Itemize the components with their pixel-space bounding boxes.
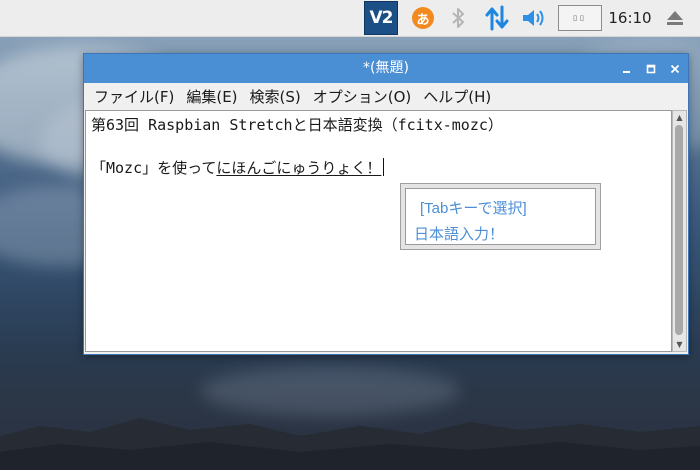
- text-caret: [383, 158, 385, 176]
- maximize-button[interactable]: [640, 54, 662, 83]
- menu-bar: ファイル(F) 編集(E) 検索(S) オプション(O) ヘルプ(H): [84, 83, 688, 109]
- top-panel: V2 あ ▯▯ 16:10: [0, 0, 700, 37]
- minimize-button[interactable]: [616, 54, 638, 83]
- vnc-icon[interactable]: V2: [364, 1, 398, 35]
- ime-mode-label: あ: [412, 7, 434, 29]
- vnc-icon-label: V2: [369, 8, 394, 28]
- candidate-hint: [Tabキーで選択]: [420, 200, 527, 217]
- minimize-icon: [623, 70, 630, 73]
- cpu-monitor-graph: ▯▯: [573, 14, 587, 22]
- menu-search[interactable]: 検索(S): [244, 86, 307, 107]
- menu-help[interactable]: ヘルプ(H): [417, 86, 497, 107]
- close-icon: [670, 64, 680, 73]
- volume-icon[interactable]: [520, 0, 548, 36]
- vertical-scrollbar[interactable]: ▲ ▼: [672, 110, 687, 352]
- committed-text: 「Mozc」を使って: [91, 159, 217, 177]
- window-title: *(無題): [363, 60, 409, 76]
- text-line-2: 「Mozc」を使ってにほんごにゅうりょく！: [91, 157, 385, 178]
- ime-candidate-window: [Tabキーで選択] 日本語入力！: [400, 183, 601, 250]
- menu-edit[interactable]: 編集(E): [180, 86, 243, 107]
- preedit-text: にほんごにゅうりょく！: [216, 159, 382, 177]
- close-button[interactable]: [664, 54, 686, 83]
- cpu-monitor[interactable]: ▯▯: [558, 5, 602, 31]
- clock[interactable]: 16:10: [608, 0, 652, 36]
- title-bar[interactable]: *(無題): [84, 54, 688, 83]
- candidate-item[interactable]: 日本語入力！: [414, 223, 504, 244]
- menu-options[interactable]: オプション(O): [307, 86, 418, 107]
- clock-time: 16:10: [608, 9, 652, 27]
- text-line-1: 第63回 Raspbian Stretchと日本語変換（fcitx-mozc）: [91, 116, 503, 134]
- ime-mozc-icon[interactable]: あ: [410, 0, 436, 36]
- scroll-down-icon[interactable]: ▼: [673, 338, 686, 351]
- scroll-thumb[interactable]: [675, 125, 683, 335]
- eject-icon[interactable]: [660, 0, 690, 36]
- menu-file[interactable]: ファイル(F): [88, 86, 180, 107]
- mountain-silhouette: [0, 418, 700, 470]
- candidate-list: [Tabキーで選択] 日本語入力！: [405, 188, 596, 245]
- network-icon[interactable]: [482, 0, 512, 36]
- bluetooth-icon[interactable]: [446, 0, 470, 36]
- maximize-icon: [646, 64, 656, 73]
- scroll-up-icon[interactable]: ▲: [673, 111, 686, 124]
